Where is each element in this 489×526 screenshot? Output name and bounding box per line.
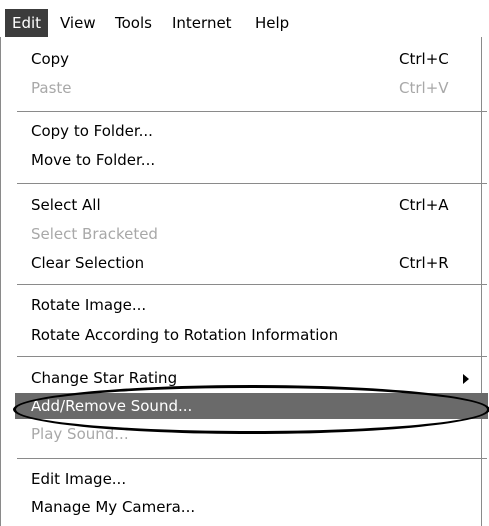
- menu-item-label: Select Bracketed: [31, 225, 158, 243]
- menu-item-copy-to-folder[interactable]: Copy to Folder...: [1, 118, 481, 144]
- menu-item-label: Change Star Rating: [31, 369, 178, 387]
- menu-item-select-bracketed: Select Bracketed: [1, 221, 481, 247]
- menu-item-label: Select All: [31, 196, 101, 214]
- menu-item-label: Add/Remove Sound...: [31, 397, 193, 415]
- menu-item-shortcut: Ctrl+R: [399, 254, 449, 272]
- menu-item-shortcut: Ctrl+V: [399, 79, 449, 97]
- menu-item-shortcut: Ctrl+C: [399, 50, 449, 68]
- menu-item-play-sound: Play Sound...: [1, 421, 481, 447]
- menu-item-paste: Paste Ctrl+V: [1, 75, 481, 101]
- menu-bar: Edit View Tools Internet Help: [0, 0, 489, 40]
- menu-internet[interactable]: Internet: [165, 9, 239, 37]
- menu-item-move-to-folder[interactable]: Move to Folder...: [1, 147, 481, 173]
- menu-item-select-all[interactable]: Select All Ctrl+A: [1, 192, 481, 218]
- menu-item-edit-image[interactable]: Edit Image...: [1, 466, 481, 492]
- menu-separator: [17, 458, 487, 459]
- menu-item-add-remove-sound[interactable]: Add/Remove Sound...: [15, 393, 488, 419]
- menu-separator: [17, 284, 487, 285]
- menu-item-label: Play Sound...: [31, 425, 129, 443]
- menu-separator: [17, 111, 487, 112]
- chevron-right-icon: [463, 374, 469, 384]
- menu-item-label: Paste: [31, 79, 72, 97]
- menu-item-label: Rotate According to Rotation Information: [31, 326, 339, 344]
- menu-item-shortcut: Ctrl+A: [399, 196, 449, 214]
- menu-item-rotate-image[interactable]: Rotate Image...: [1, 292, 481, 318]
- edit-dropdown-menu: Copy Ctrl+C Paste Ctrl+V Copy to Folder.…: [0, 37, 488, 526]
- menu-item-label: Manage My Camera...: [31, 498, 196, 516]
- menu-item-label: Rotate Image...: [31, 296, 147, 314]
- menu-item-rotate-by-info[interactable]: Rotate According to Rotation Information: [1, 322, 481, 348]
- menu-item-label: Move to Folder...: [31, 151, 156, 169]
- menu-item-label: Clear Selection: [31, 254, 145, 272]
- menu-separator: [17, 356, 487, 357]
- menu-help[interactable]: Help: [248, 9, 296, 37]
- menu-separator: [17, 183, 487, 184]
- menu-item-label: Copy: [31, 50, 70, 68]
- menu-item-label: Copy to Folder...: [31, 122, 153, 140]
- menu-tools[interactable]: Tools: [108, 9, 159, 37]
- menu-item-clear-selection[interactable]: Clear Selection Ctrl+R: [1, 250, 481, 276]
- menu-item-change-star-rating[interactable]: Change Star Rating: [1, 365, 481, 391]
- menu-item-copy[interactable]: Copy Ctrl+C: [1, 46, 481, 72]
- menu-view[interactable]: View: [53, 9, 103, 37]
- menu-item-label: Edit Image...: [31, 470, 127, 488]
- menu-item-manage-camera[interactable]: Manage My Camera...: [1, 494, 481, 520]
- menu-edit[interactable]: Edit: [5, 9, 49, 37]
